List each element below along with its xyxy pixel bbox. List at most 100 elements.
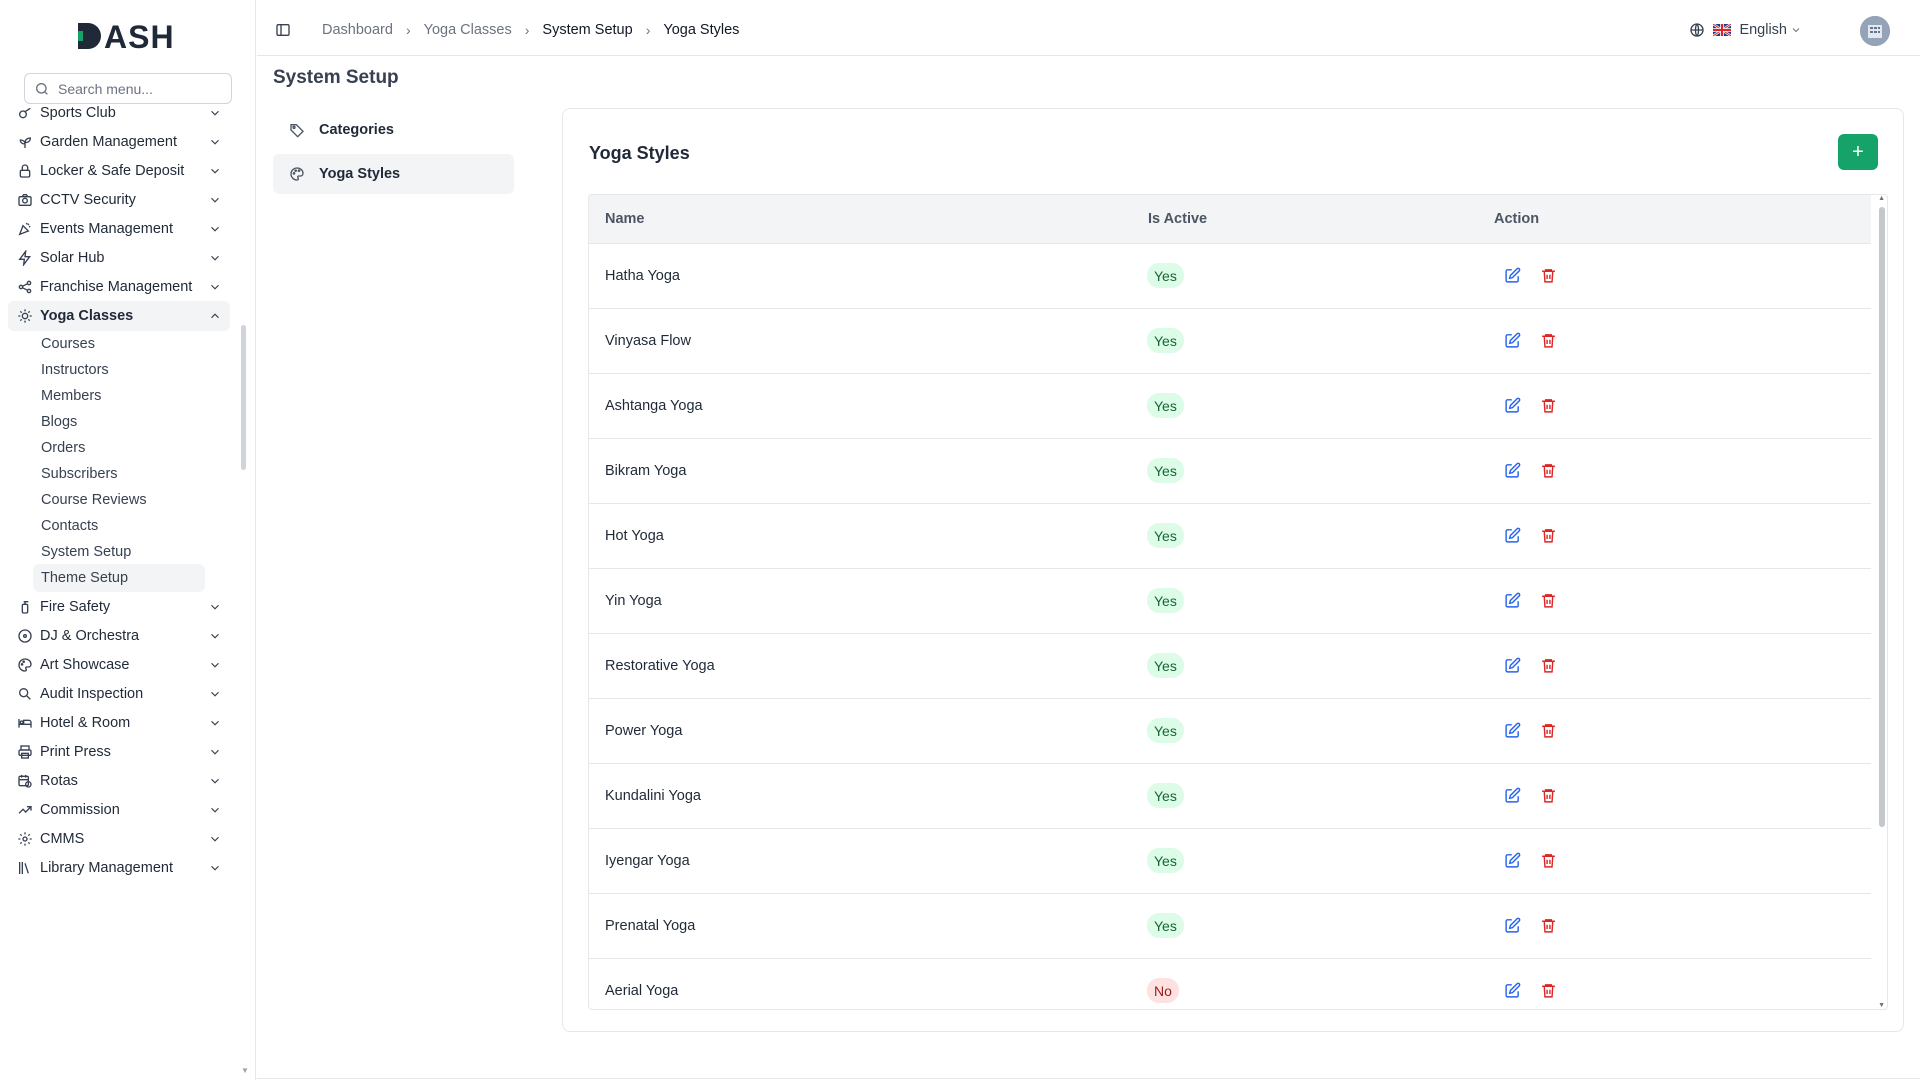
sidebar-item-label: Commission [40,802,120,818]
trash-icon[interactable] [1540,592,1557,609]
trash-icon[interactable] [1540,917,1557,934]
sidebar-item-yoga-classes[interactable]: Yoga Classes [8,301,230,331]
breadcrumb-system-setup[interactable]: System Setup [542,22,632,38]
edit-icon[interactable] [1504,332,1521,349]
edit-icon[interactable] [1504,527,1521,544]
trash-icon[interactable] [1540,332,1557,349]
disc-icon [18,629,32,643]
sidebar-item-solar-hub[interactable]: Solar Hub [8,243,230,273]
chevron-down-icon [211,720,219,726]
row-name: Yin Yoga [605,593,662,609]
sidebar-item-hotel-room[interactable]: Hotel & Room [8,708,230,738]
trash-icon[interactable] [1540,267,1557,284]
chevron-down-icon [211,865,219,871]
edit-icon[interactable] [1504,982,1521,999]
edit-icon[interactable] [1504,657,1521,674]
sidebar-item-garden-management[interactable]: Garden Management [8,127,230,157]
scroll-down-caret[interactable]: ▼ [241,1066,249,1075]
add-yoga-style-button[interactable]: + [1838,134,1878,170]
sidebar-item-label: DJ & Orchestra [40,628,140,644]
sidebar-subitem-courses[interactable]: Courses [33,330,205,358]
table-row: Hot Yoga Yes [589,504,1871,569]
trending-up-icon [18,806,32,814]
sidebar-item-audit-inspection[interactable]: Audit Inspection [8,679,230,709]
edit-icon[interactable] [1504,267,1521,284]
sidebar: ASH Search menu... Sports Club Garden Man… [0,0,256,1080]
sidebar-subitem-subscribers[interactable]: Subscribers [33,460,205,488]
sidebar-item-events-management[interactable]: Events Management [8,214,230,244]
chevron-down-icon [211,691,219,697]
breadcrumb-dashboard[interactable]: Dashboard [322,22,393,38]
sub-nav-categories[interactable]: Categories [273,110,514,150]
sidebar-item-rotas[interactable]: Rotas [8,766,230,796]
table-scroll-down[interactable]: ▼ [1878,1002,1885,1009]
trash-icon[interactable] [1540,787,1557,804]
trash-icon[interactable] [1540,527,1557,544]
edit-icon[interactable] [1504,592,1521,609]
breadcrumb-yoga-classes[interactable]: Yoga Classes [424,22,512,38]
sidebar-subitem-members[interactable]: Members [33,382,205,410]
trash-icon[interactable] [1540,722,1557,739]
edit-icon[interactable] [1504,852,1521,869]
row-name: Ashtanga Yoga [605,398,703,414]
row-name: Prenatal Yoga [605,918,696,934]
table-row: Restorative Yoga Yes [589,634,1871,699]
sidebar-item-fire-safety[interactable]: Fire Safety [8,592,230,622]
trash-icon[interactable] [1540,462,1557,479]
language-selector[interactable]: English [1689,22,1802,38]
plant-icon [19,137,32,148]
trash-icon[interactable] [1540,397,1557,414]
tag-icon [290,124,304,138]
sidebar-subitem-contacts[interactable]: Contacts [33,512,205,540]
chevron-down-icon [211,662,219,668]
sidebar-item-print-press[interactable]: Print Press [8,737,230,767]
sidebar-subitem-blogs[interactable]: Blogs [33,408,205,436]
page-title: System Setup [273,67,399,88]
table-row: Hatha Yoga Yes [589,244,1871,309]
edit-icon[interactable] [1504,787,1521,804]
column-action: Action [1494,211,1540,227]
sidebar-subitem-course-reviews[interactable]: Course Reviews [33,486,205,514]
sidebar-item-cctv-security[interactable]: CCTV Security [8,185,230,215]
table-scroll-up[interactable]: ▲ [1878,195,1885,202]
sidebar-item-dj-orchestra[interactable]: DJ & Orchestra [8,621,230,651]
sidebar-item-sports-club[interactable]: Sports Club [8,98,230,128]
sub-nav-yoga-styles[interactable]: Yoga Styles [273,154,514,194]
sidebar-subitem-orders[interactable]: Orders [33,434,205,462]
sidebar-scrollbar[interactable] [241,325,246,470]
sidebar-item-art-showcase[interactable]: Art Showcase [8,650,230,680]
sidebar-item-library-management[interactable]: Library Management [8,853,230,883]
edit-icon[interactable] [1504,397,1521,414]
chevron-right-icon: › [645,22,651,38]
top-header: Dashboard › Yoga Classes › System Setup … [257,0,1920,56]
sidebar-item-commission[interactable]: Commission [8,795,230,825]
trash-icon[interactable] [1540,657,1557,674]
sidebar-item-franchise-management[interactable]: Franchise Management [8,272,230,302]
edit-icon[interactable] [1504,722,1521,739]
sidebar-item-locker-safe-deposit[interactable]: Locker & Safe Deposit [8,156,230,186]
table-row: Aerial Yoga No [589,959,1871,1009]
edit-icon[interactable] [1504,917,1521,934]
status-badge: No [1147,978,1179,1003]
svg-text:ASH: ASH [104,19,175,53]
edit-icon[interactable] [1504,462,1521,479]
chevron-down-icon [211,284,219,290]
logo[interactable]: ASH [0,0,255,72]
avatar[interactable] [1860,16,1890,46]
status-badge: Yes [1147,393,1184,418]
card-title: Yoga Styles [589,143,690,163]
trash-icon[interactable] [1540,852,1557,869]
system-setup-nav: Categories Yoga Styles [273,110,514,198]
sidebar-item-label: Fire Safety [40,599,111,615]
sidebar-subitem-theme-setup[interactable]: Theme Setup [33,564,205,592]
sidebar-toggle-icon[interactable] [275,22,291,38]
table-row: Vinyasa Flow Yes [589,309,1871,374]
sidebar-subitem-system-setup[interactable]: System Setup [33,538,205,566]
table-row: Kundalini Yoga Yes [589,764,1871,829]
trash-icon[interactable] [1540,982,1557,999]
chevron-down-icon [211,226,219,232]
table-scrollbar[interactable] [1879,207,1885,827]
share-icon [18,280,32,294]
sidebar-subitem-instructors[interactable]: Instructors [33,356,205,384]
sidebar-item-cmms[interactable]: CMMS [8,824,230,854]
